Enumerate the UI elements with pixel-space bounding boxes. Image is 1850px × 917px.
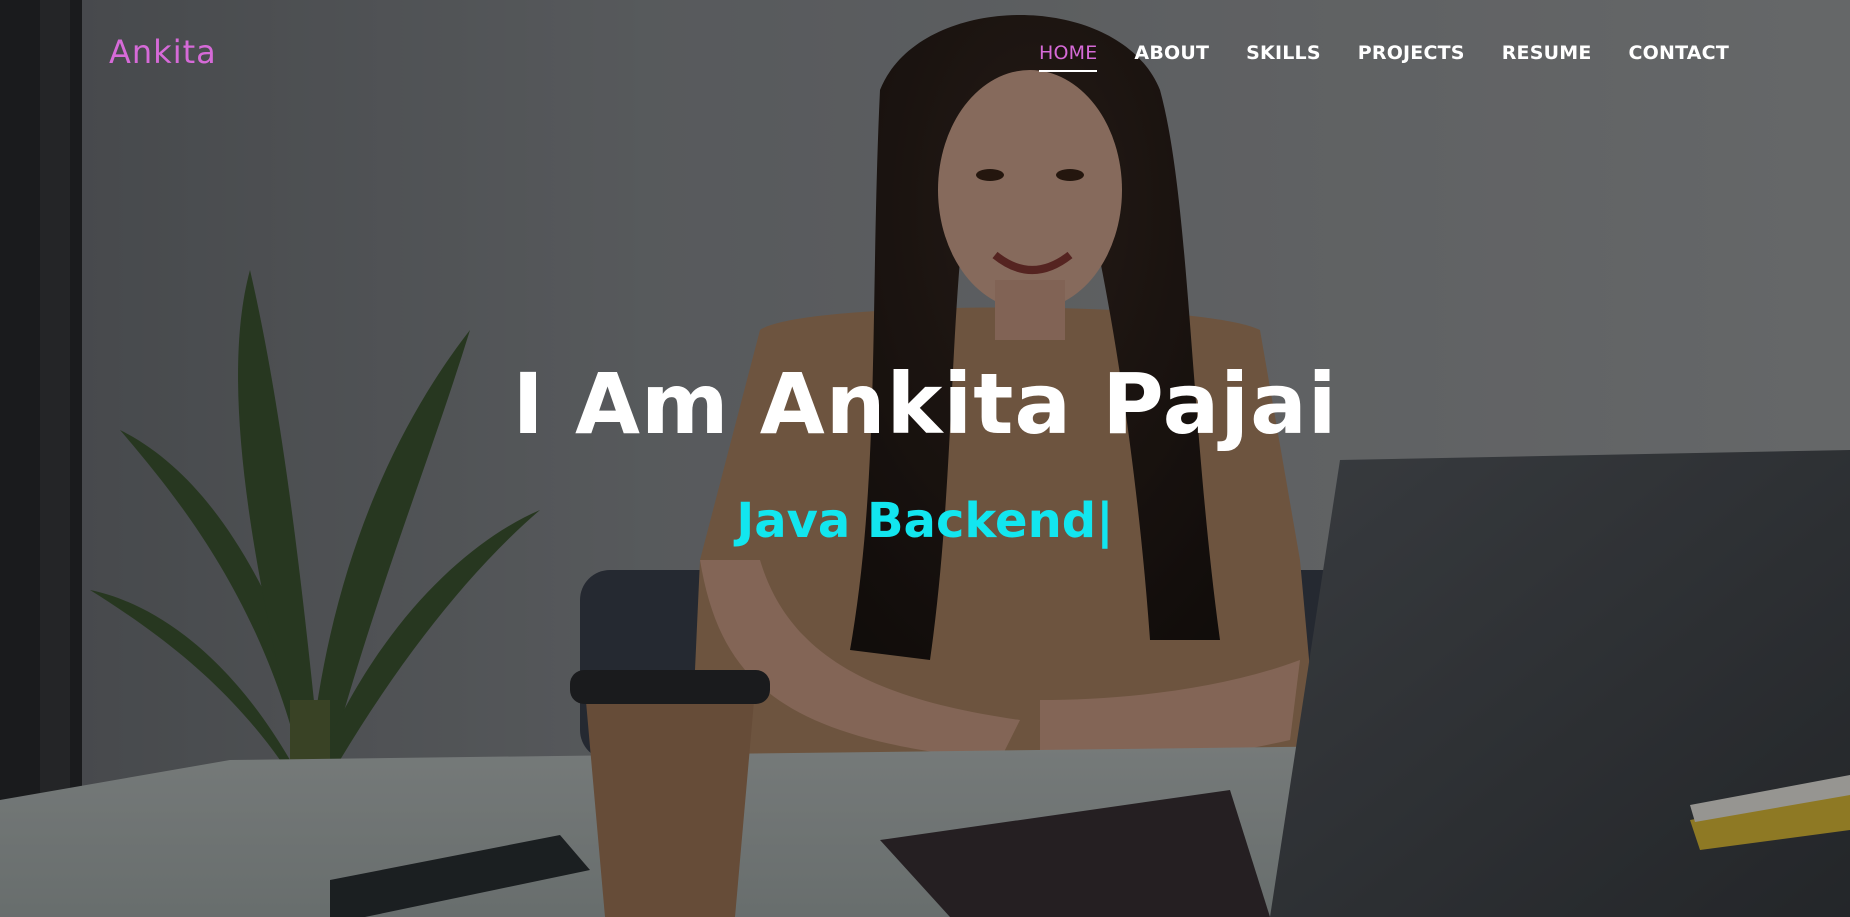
brand-logo[interactable]: Ankita [109, 33, 217, 71]
typing-cursor: | [1096, 493, 1114, 549]
nav-menu: HOME ABOUT SKILLS PROJECTS RESUME CONTAC… [1002, 42, 1729, 72]
typed-role: Java Backend| [0, 493, 1850, 549]
navbar: Ankita HOME ABOUT SKILLS PROJECTS RESUME… [0, 0, 1850, 110]
hero-section: Ankita HOME ABOUT SKILLS PROJECTS RESUME… [0, 0, 1850, 917]
typed-role-text: Java Backend [736, 493, 1097, 549]
nav-item-about[interactable]: ABOUT [1134, 42, 1209, 72]
dark-overlay [0, 0, 1850, 917]
nav-item-home[interactable]: HOME [1038, 42, 1098, 72]
hero-headline: I Am Ankita Pajai [512, 355, 1338, 453]
nav-item-skills[interactable]: SKILLS [1246, 42, 1321, 72]
nav-item-contact[interactable]: CONTACT [1629, 42, 1730, 72]
nav-item-projects[interactable]: PROJECTS [1358, 42, 1465, 72]
nav-item-resume[interactable]: RESUME [1502, 42, 1592, 72]
